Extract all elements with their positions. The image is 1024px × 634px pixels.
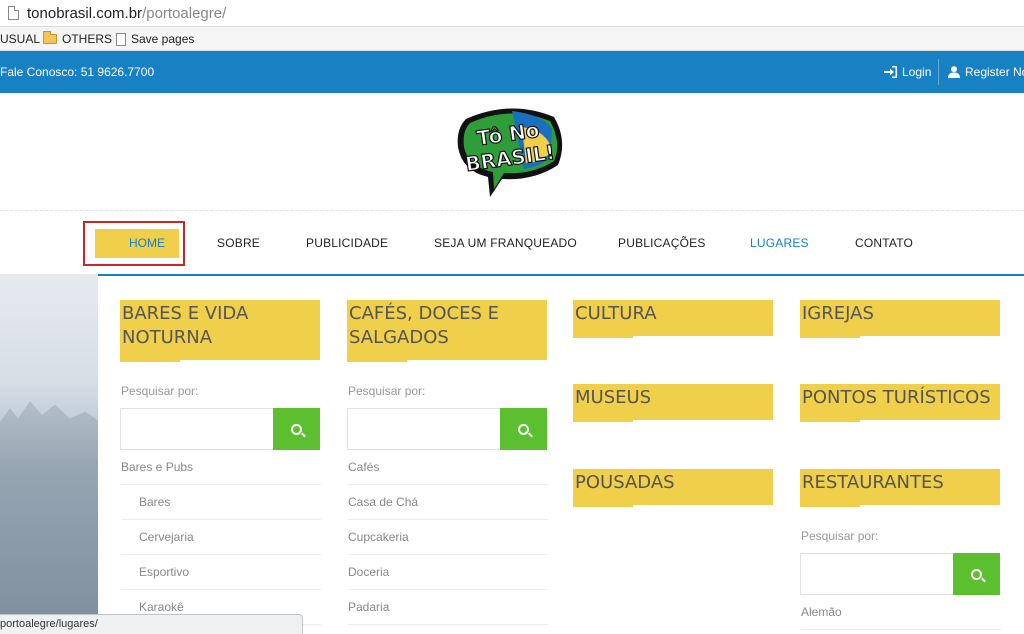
register-link[interactable]: Register Now — [948, 65, 1024, 79]
search-icon — [971, 568, 982, 580]
folder-icon — [43, 31, 57, 44]
site-logo[interactable]: Tô No BRASIL! — [454, 101, 568, 201]
category-pontos-turisticos[interactable]: PONTOS TURÍSTICOS — [800, 384, 1000, 422]
bookmark-label: OTHERS — [62, 32, 113, 46]
search-input-restaurantes[interactable] — [801, 554, 952, 594]
url-path: /portoalegre/ — [142, 5, 227, 22]
search-label: Pesquisar por: — [348, 384, 426, 398]
list-item[interactable]: Casa de Chá — [348, 485, 548, 520]
category-title-line: BARES E VIDA — [122, 303, 249, 324]
search-box — [347, 408, 547, 450]
list-item[interactable]: Bares — [121, 485, 321, 520]
search-input-bares[interactable] — [121, 409, 272, 449]
contact-phone: Fale Conosco: 51 9626.7700 — [0, 65, 155, 79]
main-nav: HOME SOBRE PUBLICIDADE SEJA UM FRANQUEAD… — [0, 212, 1024, 274]
search-button[interactable] — [500, 408, 547, 450]
category-igrejas[interactable]: IGREJAS — [800, 300, 1000, 338]
top-contact-bar: Fale Conosco: 51 9626.7700 Login Registe… — [0, 51, 1024, 93]
search-label: Pesquisar por: — [121, 384, 199, 398]
login-label: Login — [902, 65, 932, 79]
page-icon — [8, 6, 19, 20]
search-button[interactable] — [273, 408, 320, 450]
lugares-mega-menu: BARES E VIDA NOTURNA Pesquisar por: Bare… — [98, 274, 1024, 634]
browser-url-bar[interactable]: tonobrasil.com.br/portoalegre/ — [0, 0, 1024, 27]
category-title-line: CAFÉS, DOCES E — [349, 303, 499, 324]
login-link[interactable]: Login — [884, 65, 931, 79]
sign-in-icon — [884, 66, 897, 78]
list-item[interactable]: Cafés — [348, 450, 548, 485]
bookmark-usual[interactable]: USUAL — [0, 32, 40, 46]
search-icon — [291, 423, 302, 435]
header-logo-area: Tô No BRASIL! — [0, 93, 1024, 211]
sea-water — [0, 459, 100, 634]
bookmark-others[interactable]: OTHERS — [43, 31, 113, 46]
city-skyline — [0, 401, 100, 464]
user-icon — [948, 66, 960, 78]
category-bares-vida-noturna[interactable]: BARES E VIDA NOTURNA — [120, 300, 320, 362]
category-cafes-doces-salgados[interactable]: CAFÉS, DOCES E SALGADOS — [347, 300, 547, 362]
link-list-cafes: Cafés Casa de Chá Cupcakeria Doceria Pad… — [348, 450, 548, 625]
bookmark-label: Save pages — [131, 32, 195, 46]
category-museus[interactable]: MUSEUS — [573, 384, 773, 422]
url-domain: tonobrasil.com.br — [27, 5, 143, 22]
url-text[interactable]: tonobrasil.com.br/portoalegre/ — [27, 5, 226, 22]
nav-home[interactable]: HOME — [95, 229, 179, 258]
bookmarks-bar: USUAL OTHERS Save pages — [0, 27, 1024, 51]
search-label: Pesquisar por: — [801, 529, 879, 543]
browser-status-bar: portoalegre/lugares/ — [0, 614, 303, 634]
list-item[interactable]: Padaria — [348, 590, 548, 625]
category-title-line: SALGADOS — [349, 327, 449, 348]
topbar-divider — [938, 59, 939, 85]
nav-publicacoes[interactable]: PUBLICAÇÕES — [618, 236, 706, 250]
search-input-cafes[interactable] — [348, 409, 499, 449]
search-box — [800, 553, 1000, 595]
nav-sobre[interactable]: SOBRE — [217, 236, 260, 250]
category-pousadas[interactable]: POUSADAS — [573, 469, 773, 507]
list-item[interactable]: Esportivo — [121, 555, 321, 590]
home-highlight-frame: HOME — [83, 221, 185, 266]
list-item[interactable]: Cupcakeria — [348, 520, 548, 555]
page-icon — [116, 32, 126, 46]
list-item[interactable]: Bares e Pubs — [121, 450, 321, 485]
category-cultura[interactable]: CULTURA — [573, 300, 773, 338]
link-list-restaurantes: Alemão — [801, 595, 1001, 630]
bookmark-label: USUAL — [0, 32, 41, 46]
list-item[interactable]: Alemão — [801, 595, 1001, 630]
search-box — [120, 408, 320, 450]
search-button[interactable] — [953, 553, 1000, 595]
category-restaurantes[interactable]: RESTAURANTES — [800, 469, 1000, 507]
nav-contato[interactable]: CONTATO — [855, 236, 913, 250]
category-title-line: NOTURNA — [122, 327, 213, 348]
search-icon — [518, 423, 529, 435]
list-item[interactable]: Cervejaria — [121, 520, 321, 555]
nav-seja-um-franqueado[interactable]: SEJA UM FRANQUEADO — [434, 236, 577, 250]
register-label: Register Now — [965, 65, 1024, 79]
list-item[interactable]: Doceria — [348, 555, 548, 590]
nav-publicidade[interactable]: PUBLICIDADE — [306, 236, 388, 250]
bookmark-save-pages[interactable]: Save pages — [116, 32, 194, 46]
link-list-bares: Bares e Pubs Bares Cervejaria Esportivo … — [121, 450, 321, 625]
nav-lugares[interactable]: LUGARES — [750, 236, 809, 250]
